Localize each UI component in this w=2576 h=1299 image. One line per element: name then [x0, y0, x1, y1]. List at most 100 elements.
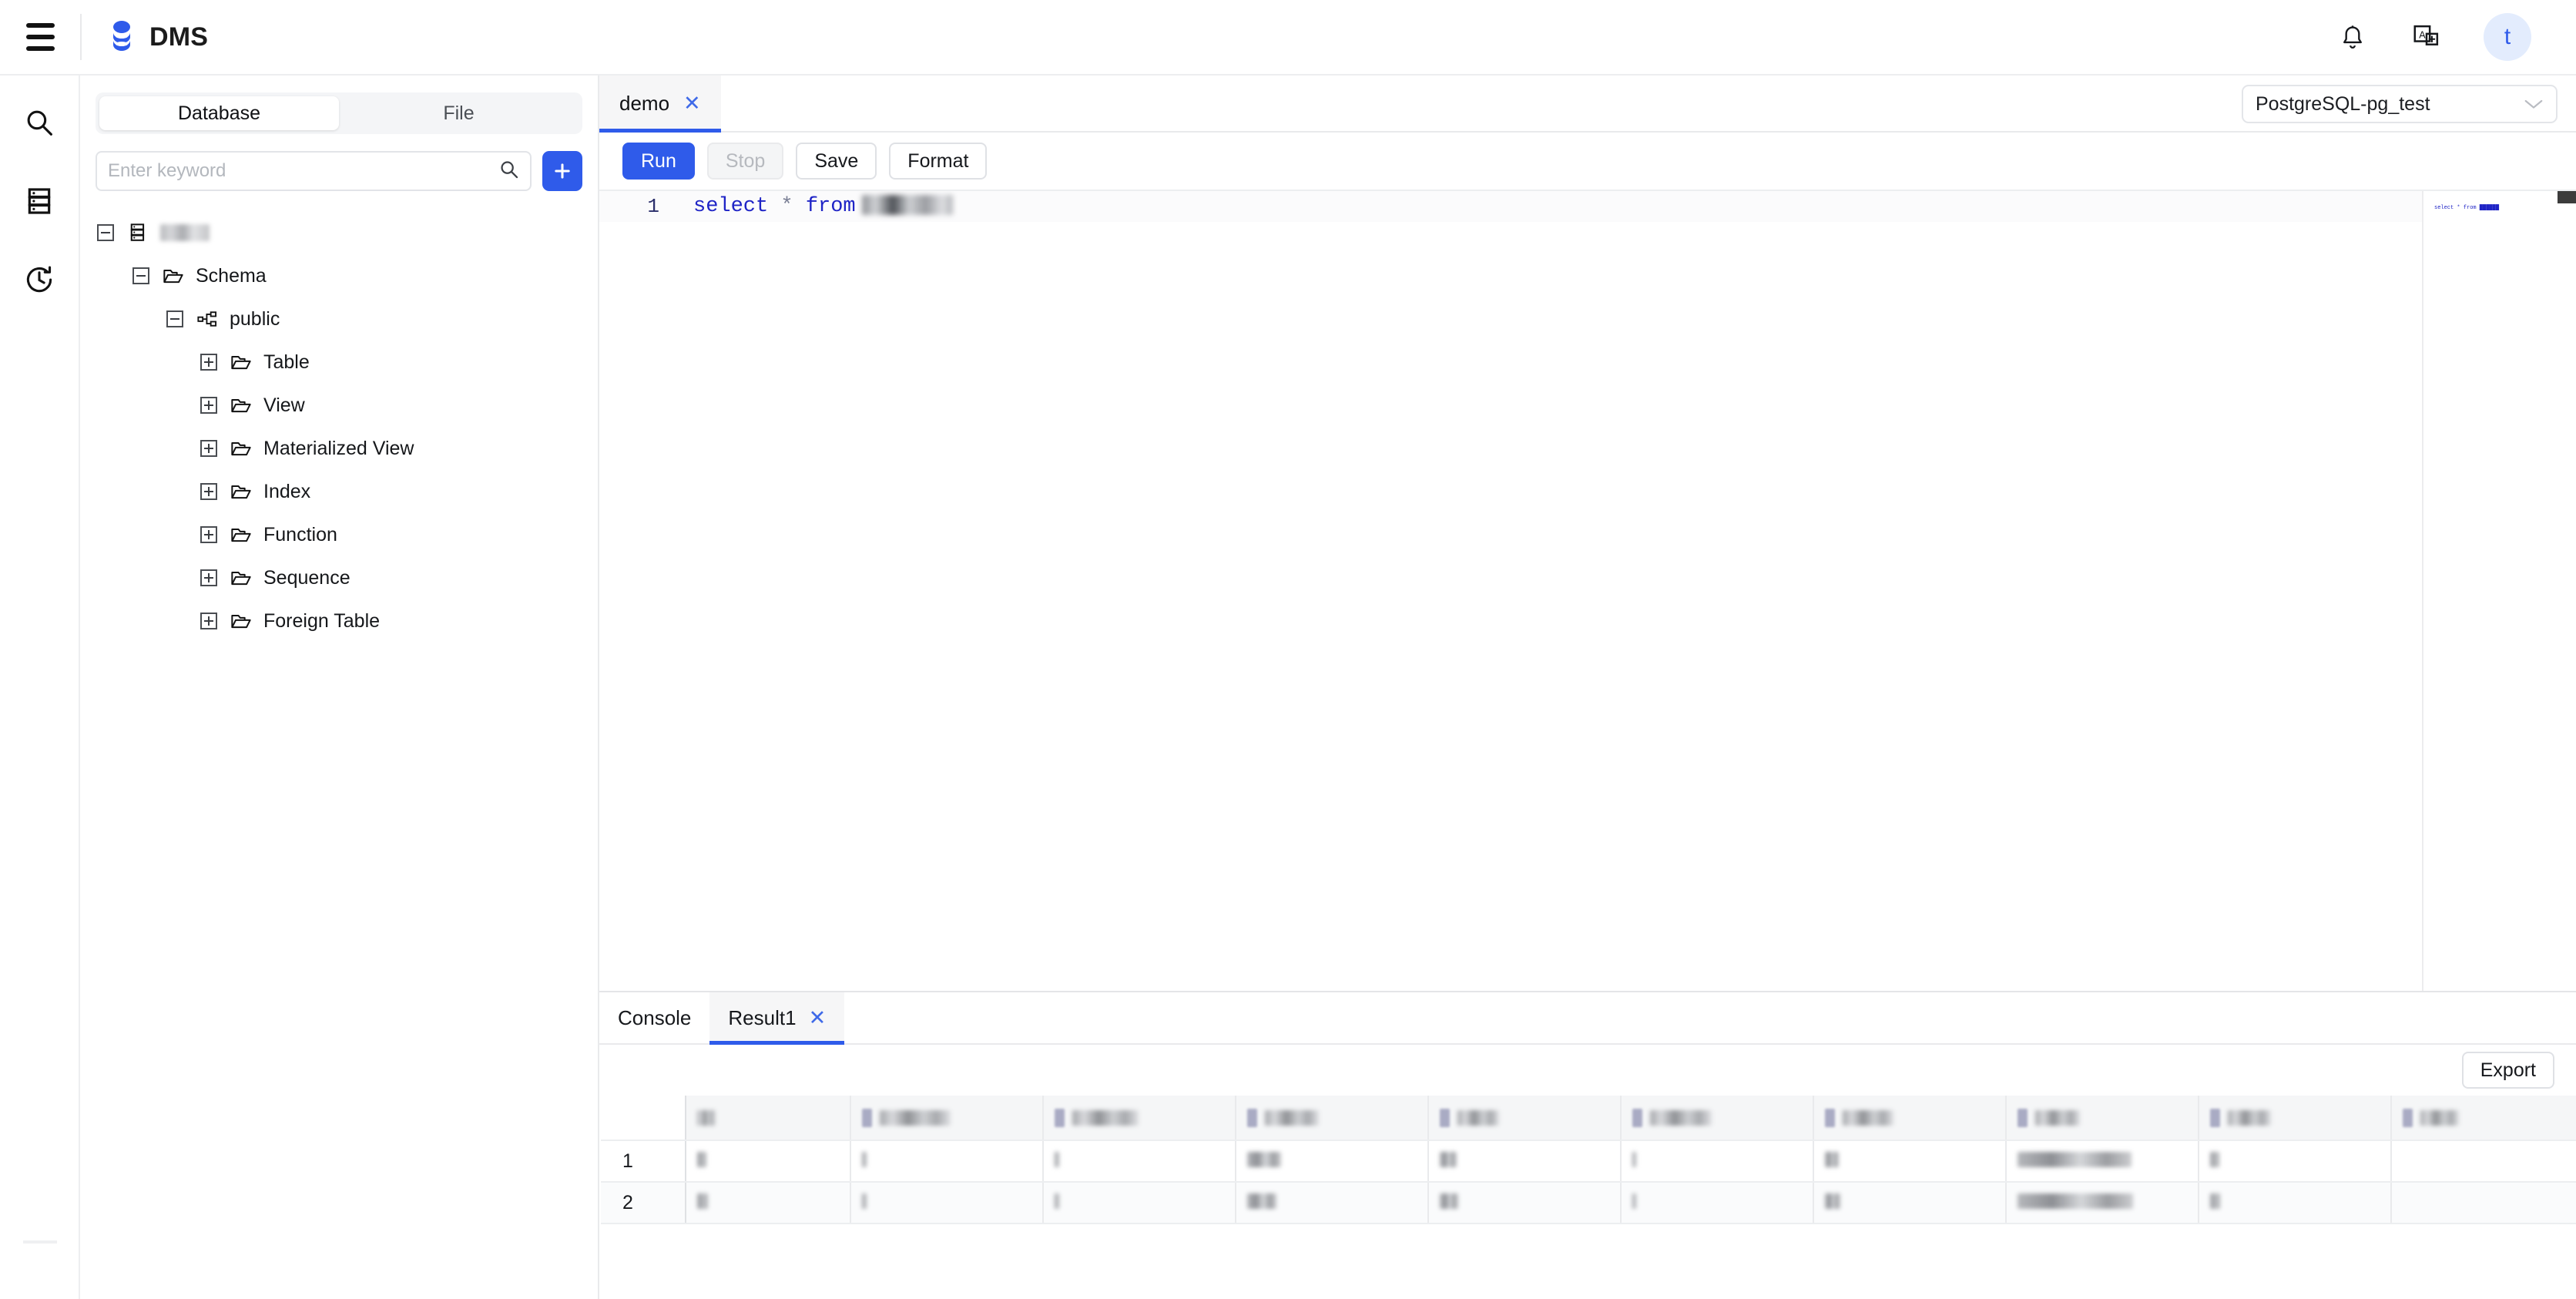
rownum-header: [601, 1096, 686, 1141]
tree-toggle-collapse-icon[interactable]: [97, 224, 114, 241]
tree-node-index[interactable]: Index: [80, 470, 598, 513]
grid-cell[interactable]: [686, 1140, 851, 1183]
grid-cell[interactable]: [1621, 1182, 1814, 1224]
add-connection-button[interactable]: [542, 151, 582, 191]
tree-toggle-collapse-icon[interactable]: [166, 310, 183, 327]
minimap-code-preview: select * from ██████: [2434, 205, 2500, 211]
column-header[interactable]: [1428, 1096, 1622, 1141]
bell-icon[interactable]: [2336, 20, 2370, 54]
editor-column: demo ✕ PostgreSQL-pg_test Run Stop Save …: [599, 76, 2576, 1299]
grid-cell[interactable]: [2199, 1140, 2392, 1183]
code-content[interactable]: select * from: [679, 191, 953, 222]
column-header[interactable]: [1621, 1096, 1814, 1141]
close-icon[interactable]: ✕: [809, 1007, 827, 1029]
grid-cell[interactable]: [850, 1140, 1044, 1183]
top-header: DMS A t: [0, 0, 2576, 76]
tree-toggle-expand-icon[interactable]: [200, 354, 217, 371]
grid-cell[interactable]: [1428, 1140, 1622, 1183]
tree-node-function[interactable]: Function: [80, 513, 598, 556]
column-header[interactable]: [1043, 1096, 1236, 1141]
brand-title: DMS: [149, 22, 209, 52]
tree-node-foreign-table[interactable]: Foreign Table: [80, 599, 598, 643]
translate-icon[interactable]: A: [2410, 20, 2444, 54]
search-icon[interactable]: [499, 159, 519, 183]
tree-node-table[interactable]: Table: [80, 341, 598, 384]
grid-cell[interactable]: [1043, 1182, 1236, 1224]
editor-minimap[interactable]: select * from ██████: [2422, 191, 2576, 991]
grid-cell[interactable]: [2391, 1182, 2576, 1224]
search-icon[interactable]: [22, 105, 57, 140]
folder-icon: [228, 353, 254, 371]
grid-cell[interactable]: [686, 1182, 851, 1224]
column-header[interactable]: [850, 1096, 1044, 1141]
grid-cell[interactable]: [2199, 1182, 2392, 1224]
column-header[interactable]: [1236, 1096, 1429, 1141]
column-header[interactable]: [1813, 1096, 2007, 1141]
tab-database[interactable]: Database: [99, 96, 339, 130]
tree-toggle-expand-icon[interactable]: [200, 440, 217, 457]
column-header[interactable]: [2391, 1096, 2576, 1141]
results-grid-wrapper[interactable]: 1 2: [599, 1096, 2576, 1299]
tree-toggle-expand-icon[interactable]: [200, 526, 217, 543]
grid-cell[interactable]: [2006, 1140, 2199, 1183]
tree-toggle-expand-icon[interactable]: [200, 397, 217, 414]
close-icon[interactable]: ✕: [683, 92, 701, 114]
tree-node-schema[interactable]: Schema: [80, 254, 598, 297]
row-number: 2: [601, 1182, 686, 1224]
avatar[interactable]: t: [2484, 13, 2531, 61]
save-button[interactable]: Save: [796, 143, 877, 180]
tree-node-materialized-view[interactable]: Materialized View: [80, 427, 598, 470]
tab-result1[interactable]: Result1 ✕: [709, 992, 845, 1045]
grid-cell[interactable]: [1621, 1140, 1814, 1183]
grid-cell[interactable]: [1236, 1140, 1429, 1183]
table-row[interactable]: 2: [601, 1182, 2576, 1224]
export-button[interactable]: Export: [2461, 1052, 2554, 1089]
results-grid: 1 2: [601, 1096, 2576, 1224]
chevron-down-icon: [2524, 93, 2544, 116]
database-rack-icon[interactable]: [22, 183, 57, 219]
folder-icon: [228, 396, 254, 415]
results-actions: Export: [599, 1045, 2576, 1096]
connection-select[interactable]: PostgreSQL-pg_test: [2242, 85, 2558, 123]
column-header[interactable]: [2006, 1096, 2199, 1141]
tree-toggle-expand-icon[interactable]: [200, 483, 217, 500]
tree-toggle-expand-icon[interactable]: [200, 569, 217, 586]
grid-cell[interactable]: [1428, 1182, 1622, 1224]
search-input[interactable]: [108, 160, 499, 182]
tree-node-label: Schema: [196, 264, 267, 287]
format-button[interactable]: Format: [889, 143, 988, 180]
sidebar-search-row: [80, 134, 598, 191]
history-clock-icon[interactable]: [22, 262, 57, 297]
hamburger-icon[interactable]: [0, 23, 80, 51]
column-header[interactable]: [2199, 1096, 2392, 1141]
tree-node-database[interactable]: [80, 211, 598, 254]
grid-cell[interactable]: [850, 1182, 1044, 1224]
table-row[interactable]: 1: [601, 1140, 2576, 1183]
minimap-scrollbar[interactable]: [2558, 191, 2576, 203]
grid-cell[interactable]: [1043, 1140, 1236, 1183]
grid-cell[interactable]: [1236, 1182, 1429, 1224]
sql-editor[interactable]: 1 select * from select * from ██████: [599, 191, 2576, 991]
run-button[interactable]: Run: [622, 143, 695, 180]
database-panel: Database File Enter keyword Schema publi…: [80, 76, 599, 1299]
editor-tab-demo[interactable]: demo ✕: [599, 76, 721, 133]
tree-node-public[interactable]: public: [80, 297, 598, 341]
tree-toggle-expand-icon[interactable]: [200, 613, 217, 629]
folder-icon: [228, 612, 254, 630]
grid-cell[interactable]: [1813, 1182, 2007, 1224]
grid-cell[interactable]: [2006, 1182, 2199, 1224]
tree-node-view[interactable]: View: [80, 384, 598, 427]
tree-toggle-collapse-icon[interactable]: [132, 267, 149, 284]
column-header[interactable]: [686, 1096, 851, 1141]
grid-cell[interactable]: [1813, 1140, 2007, 1183]
folder-icon: [228, 569, 254, 587]
tree-node-label: Function: [263, 523, 337, 545]
tab-file[interactable]: File: [339, 96, 579, 130]
tab-console[interactable]: Console: [599, 992, 709, 1043]
column-type-icon: [1055, 1108, 1065, 1127]
tree-node-sequence[interactable]: Sequence: [80, 556, 598, 599]
column-type-icon: [1632, 1108, 1642, 1127]
sql-star-operator: *: [780, 195, 793, 218]
grid-cell[interactable]: [2391, 1140, 2576, 1183]
search-field-wrapper[interactable]: [96, 151, 532, 191]
